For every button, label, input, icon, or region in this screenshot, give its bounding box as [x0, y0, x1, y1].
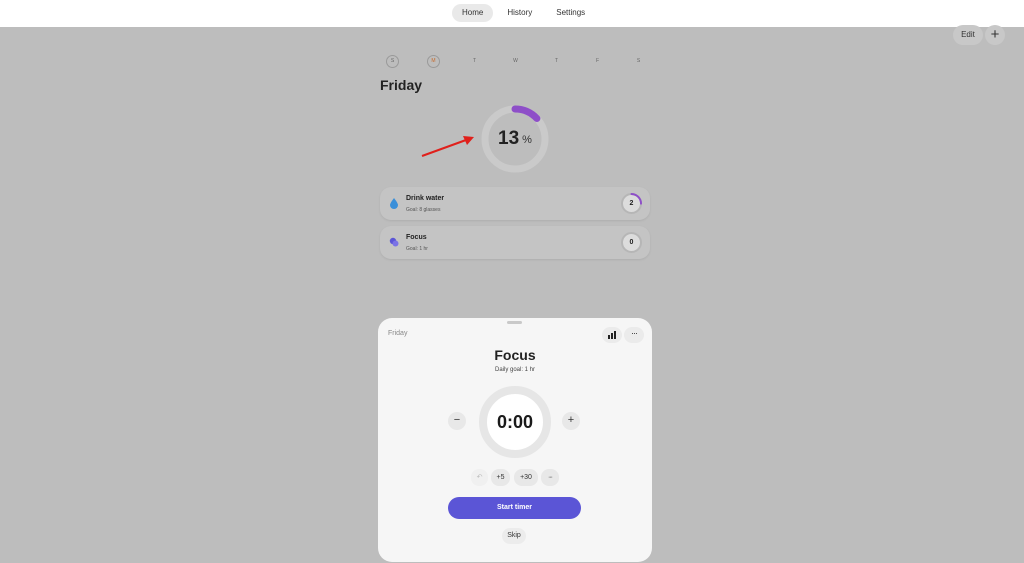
- start-timer-button[interactable]: Start timer: [448, 497, 581, 519]
- focus-timer-sheet: Friday ··· Focus Daily goal: 1 hr − 0:00…: [378, 318, 652, 562]
- add-30-button[interactable]: +30: [514, 469, 538, 486]
- habit-name: Focus: [406, 234, 427, 241]
- habit-goal: Goal: 8 glasses: [406, 207, 441, 213]
- timer-display: 0:00: [496, 412, 534, 432]
- day-friday[interactable]: F: [591, 55, 604, 68]
- day-wednesday[interactable]: W: [509, 55, 522, 68]
- main-nav: Home History Settings: [452, 4, 595, 22]
- day-monday[interactable]: M: [427, 55, 440, 68]
- increase-time-button[interactable]: +: [562, 412, 580, 430]
- edit-button[interactable]: Edit: [953, 25, 983, 45]
- tab-home[interactable]: Home: [452, 4, 494, 22]
- stats-button[interactable]: [602, 327, 622, 343]
- habit-counter[interactable]: 0: [620, 231, 643, 254]
- sheet-title: Focus: [494, 347, 536, 363]
- sheet-day-label: Friday: [388, 330, 408, 337]
- sheet-goal: Daily goal: 1 hr: [494, 367, 536, 373]
- water-drop-icon: [390, 198, 398, 209]
- more-options-button[interactable]: ···: [624, 327, 644, 343]
- top-bar: Home History Settings: [0, 0, 1024, 27]
- habit-count: 0: [629, 239, 634, 246]
- habit-name: Drink water: [406, 195, 445, 202]
- annotation-arrow-progress: [421, 139, 467, 157]
- add-habit-button[interactable]: +: [985, 25, 1005, 45]
- daily-progress-ring: 13 %: [480, 104, 550, 174]
- decrease-time-button[interactable]: −: [448, 412, 466, 430]
- progress-value: 13: [498, 128, 520, 149]
- habit-goal: Goal: 1 hr: [406, 246, 428, 252]
- tab-settings[interactable]: Settings: [546, 4, 595, 22]
- habit-card-focus[interactable]: Focus Goal: 1 hr 0: [380, 226, 650, 259]
- sheet-drag-handle[interactable]: [507, 321, 522, 324]
- bar-chart-icon: [608, 331, 616, 339]
- day-thursday[interactable]: T: [550, 55, 563, 68]
- undo-button[interactable]: ↶: [471, 469, 488, 486]
- day-saturday[interactable]: S: [632, 55, 645, 68]
- focus-icon: [389, 237, 399, 247]
- annotation-arrowhead-progress: [463, 136, 474, 145]
- week-selector: S M T W T F S: [386, 55, 645, 68]
- quick-more-button[interactable]: ···: [541, 469, 559, 486]
- add-5-button[interactable]: +5: [491, 469, 510, 486]
- habit-count: 2: [629, 200, 634, 207]
- page-title: Friday: [380, 77, 423, 93]
- habit-counter[interactable]: 2: [620, 192, 643, 215]
- progress-readout: 13 %: [480, 104, 550, 174]
- progress-unit: %: [522, 134, 532, 146]
- tab-history[interactable]: History: [497, 4, 542, 22]
- day-sunday[interactable]: S: [386, 55, 399, 68]
- timer-ring: 0:00: [478, 385, 552, 459]
- skip-button[interactable]: Skip: [502, 528, 526, 544]
- day-tuesday[interactable]: T: [468, 55, 481, 68]
- habit-card-drink-water[interactable]: Drink water Goal: 8 glasses 2: [380, 187, 650, 220]
